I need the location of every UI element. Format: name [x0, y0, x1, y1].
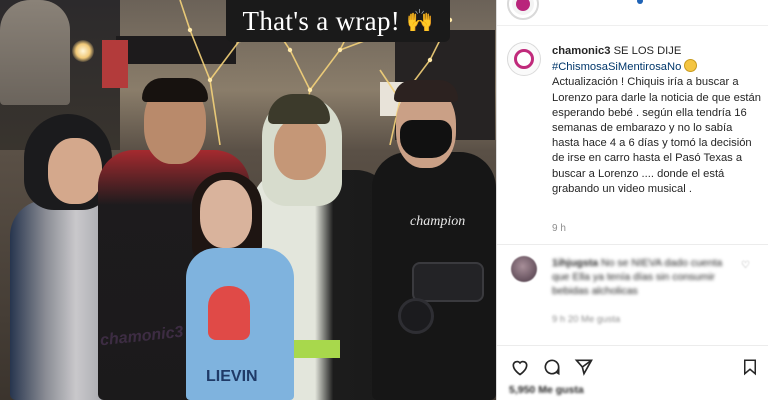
smiley-icon [684, 59, 698, 73]
caption-username[interactable]: chamonic3 [552, 45, 610, 57]
caption-divider [497, 244, 768, 245]
raised-hands-icon: 🙌 [406, 8, 434, 33]
person-4-face [274, 118, 326, 180]
santa-print [208, 286, 250, 340]
statue [0, 0, 70, 105]
person-4-neon-stripe [292, 340, 340, 358]
header-follow-dot [637, 0, 643, 4]
post-header-strip [497, 0, 768, 26]
caption-hashtag[interactable]: #ChismosaSiMentirosaNo [552, 61, 681, 73]
post-timestamp: 9 h [552, 223, 566, 234]
comment-body: 1ihjugsta No se NIEVA dado cuenta que El… [552, 256, 732, 298]
sweater-text: LIEVIN [206, 368, 258, 385]
camera-lens [398, 298, 434, 334]
face-mask [400, 120, 452, 158]
share-icon[interactable] [573, 356, 595, 378]
red-sign [102, 40, 128, 88]
header-avatar[interactable] [507, 0, 539, 20]
person-3-face [200, 180, 252, 248]
person-2-hair [142, 78, 208, 102]
comment-meta: 9 h 20 Me gusta [552, 314, 621, 325]
caption-lead: SE LOS DIJE [613, 45, 682, 57]
shirt-logo: champion [410, 214, 466, 229]
commenter-avatar[interactable] [511, 256, 537, 282]
actions-divider [497, 345, 768, 346]
person-5-hair [394, 80, 458, 102]
comment-username[interactable]: 1ihjugsta [552, 257, 598, 269]
person-1-face [48, 138, 102, 204]
comment-like-icon[interactable]: ♡ [741, 260, 751, 271]
comment-icon[interactable] [541, 356, 563, 378]
heart-icon[interactable] [509, 356, 531, 378]
camera-body [412, 262, 484, 302]
post-actions [507, 356, 762, 378]
post-caption: chamonic3 SE LOS DIJE #ChismosaSiMentiro… [552, 44, 762, 197]
bookmark-icon[interactable] [739, 356, 761, 378]
author-avatar[interactable] [507, 42, 541, 76]
photo-banner: That's a wrap! 🙌 [226, 0, 450, 42]
post-photo[interactable]: That's a wrap! 🙌 LIEVIN champion chamoni [0, 0, 496, 400]
street-lamp [72, 40, 94, 62]
likes-count[interactable]: 5,950 Me gusta [509, 384, 584, 396]
caption-body: Actualización ! Chiquis iría a buscar a … [552, 76, 761, 195]
screenshot-root: That's a wrap! 🙌 LIEVIN champion chamoni [0, 0, 768, 400]
banner-text: That's a wrap! [242, 5, 401, 36]
post-side-panel: chamonic3 SE LOS DIJE #ChismosaSiMentiro… [497, 0, 768, 400]
